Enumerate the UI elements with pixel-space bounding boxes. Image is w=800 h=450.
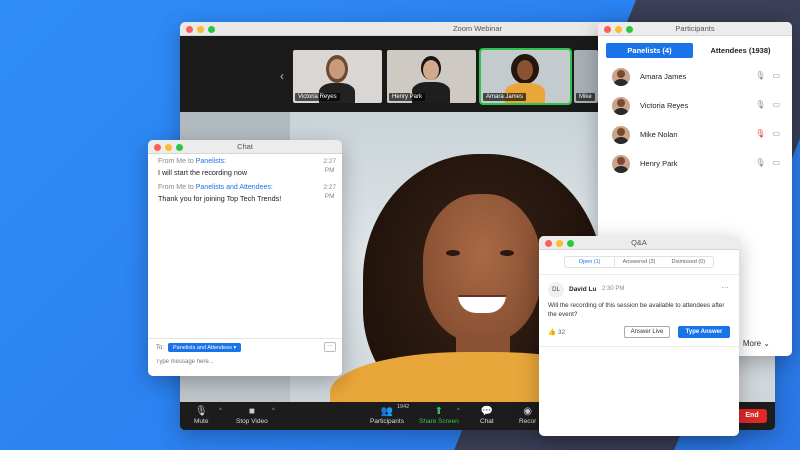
chat-title: Chat — [237, 142, 253, 151]
answer-live-button[interactable]: Answer Live — [624, 326, 670, 338]
thumbs-up-icon: 👍 — [548, 329, 557, 336]
participant-count: 1942 — [397, 404, 410, 410]
participant-name: Mike Nolan — [640, 130, 678, 139]
participants-title: Participants — [675, 24, 715, 33]
chat-message: From Me to Panelists and Attendees: Than… — [158, 184, 336, 203]
upvote-count: 32 — [557, 329, 566, 336]
chat-to-label: To: — [156, 345, 165, 351]
video-camera-icon[interactable]: ▭ — [772, 158, 780, 167]
chat-timestamp: 2:27 PM — [323, 158, 336, 174]
end-button[interactable]: End — [737, 409, 767, 423]
webinar-title: Zoom Webinar — [452, 24, 503, 33]
share-screen-button[interactable]: ⬆ Share Screen — [419, 406, 459, 425]
more-button[interactable]: More ⌄ — [743, 339, 770, 348]
qa-window: Q&A Open (1) Answered (3) Dismissed (0) … — [539, 236, 739, 436]
qa-titlebar: Q&A — [539, 236, 739, 250]
minimize-window-button[interactable] — [197, 25, 204, 33]
video-camera-icon[interactable]: ▭ — [772, 71, 780, 80]
thumbnail-name: Henry Park — [389, 93, 426, 101]
avatar: DL — [548, 282, 564, 298]
tab-panelists[interactable]: Panelists (4) — [606, 43, 693, 58]
participants-tabs: Panelists (4) Attendees (1938) — [598, 36, 792, 62]
microphone-icon: 🎙 — [194, 406, 208, 417]
type-answer-button[interactable]: Type Answer — [678, 326, 730, 338]
chat-window: Chat From Me to Panelists: I will start … — [148, 140, 342, 376]
chat-message-text: Thank you for joining Top Tech Trends! — [158, 194, 282, 203]
tab-answered[interactable]: Answered (3) — [614, 257, 663, 267]
participant-row[interactable]: Victoria Reyes 🎙 ▭ — [598, 91, 792, 120]
close-window-button[interactable] — [154, 143, 161, 151]
chat-compose-area: To: Panelists and Attendees ▾ ··· — [148, 338, 342, 376]
video-thumbnail[interactable]: Henry Park — [387, 50, 476, 103]
chat-timestamp: 2:27 PM — [323, 184, 336, 200]
thumbnail-name: Amara James — [483, 93, 527, 101]
video-camera-icon[interactable]: ▭ — [772, 129, 780, 138]
mute-button[interactable]: 🎙 Mute — [194, 406, 208, 425]
record-button[interactable]: ◉ Recor — [519, 406, 536, 425]
stop-video-button[interactable]: ■ Stop Video — [236, 406, 268, 425]
tab-dismissed[interactable]: Dismissed (0) — [664, 257, 713, 267]
zoom-window-button[interactable] — [626, 25, 633, 33]
participant-name: Amara James — [640, 72, 687, 81]
more-options-icon[interactable]: ··· — [324, 342, 336, 352]
participant-row[interactable]: Amara James 🎙 ▭ — [598, 62, 792, 91]
chat-recipient[interactable]: Panelists and Attendees: — [196, 184, 273, 191]
microphone-icon[interactable]: 🎙 — [755, 71, 765, 80]
zoom-window-button[interactable] — [567, 239, 574, 247]
upvote-button[interactable]: 👍 32 — [548, 328, 565, 336]
microphone-icon[interactable]: 🎙 — [755, 158, 765, 167]
video-camera-icon: ■ — [248, 406, 255, 417]
minimize-window-button[interactable] — [615, 25, 622, 33]
avatar — [612, 67, 630, 86]
question-text: Will the recording of this session be av… — [548, 302, 725, 318]
chevron-up-icon[interactable]: ^ — [219, 408, 222, 414]
chevron-up-icon[interactable]: ^ — [272, 408, 275, 414]
chat-recipient-select[interactable]: Panelists and Attendees ▾ — [168, 343, 242, 352]
chat-message-input[interactable] — [156, 359, 326, 365]
participant-row[interactable]: Mike Nolan 🎙 ▭ — [598, 120, 792, 149]
qa-tabs: Open (1) Answered (3) Dismissed (0) — [564, 256, 714, 268]
speaker-face — [423, 194, 541, 342]
participants-titlebar: Participants — [598, 22, 792, 36]
zoom-window-button[interactable] — [208, 25, 215, 33]
question-author: David Lu — [569, 286, 597, 293]
window-controls — [186, 25, 215, 33]
chat-titlebar: Chat — [148, 140, 342, 154]
video-thumbnail[interactable]: Mike — [574, 50, 598, 103]
share-screen-icon: ⬆ — [434, 406, 444, 417]
chat-button[interactable]: 💬 Chat — [480, 406, 494, 425]
chat-message-text: I will start the recording now — [158, 168, 248, 177]
close-window-button[interactable] — [545, 239, 552, 247]
record-icon: ◉ — [523, 406, 533, 417]
participant-name: Victoria Reyes — [640, 101, 689, 110]
chevron-left-icon[interactable]: ‹ — [280, 69, 284, 83]
microphone-icon[interactable]: 🎙 — [755, 100, 765, 109]
zoom-window-button[interactable] — [176, 143, 183, 151]
thumbnail-name: Mike — [576, 93, 595, 101]
chevron-up-icon[interactable]: ^ — [457, 408, 460, 414]
minimize-window-button[interactable] — [165, 143, 172, 151]
participant-name: Henry Park — [640, 159, 678, 168]
video-thumbnail-active[interactable]: Amara James — [479, 48, 572, 105]
video-thumbnail[interactable]: Victoria Reyes — [293, 50, 382, 103]
video-camera-icon[interactable]: ▭ — [772, 100, 780, 109]
avatar — [612, 154, 630, 173]
chat-message: From Me to Panelists: I will start the r… — [158, 158, 336, 177]
thumbnail-name: Victoria Reyes — [295, 93, 340, 101]
question-timestamp: 2:30 PM — [602, 286, 625, 292]
tab-open[interactable]: Open (1) — [565, 257, 615, 267]
participant-row[interactable]: Henry Park 🎙 ▭ — [598, 149, 792, 178]
more-options-icon[interactable]: ··· — [721, 283, 729, 292]
avatar — [612, 125, 630, 144]
qa-title: Q&A — [631, 238, 647, 247]
close-window-button[interactable] — [604, 25, 611, 33]
close-window-button[interactable] — [186, 25, 193, 33]
avatar — [612, 96, 630, 115]
chat-recipient[interactable]: Panelists: — [196, 158, 226, 165]
microphone-muted-icon[interactable]: 🎙 — [755, 129, 765, 138]
tab-attendees[interactable]: Attendees (1938) — [697, 43, 784, 58]
chat-bubble-icon: 💬 — [480, 406, 494, 417]
minimize-window-button[interactable] — [556, 239, 563, 247]
